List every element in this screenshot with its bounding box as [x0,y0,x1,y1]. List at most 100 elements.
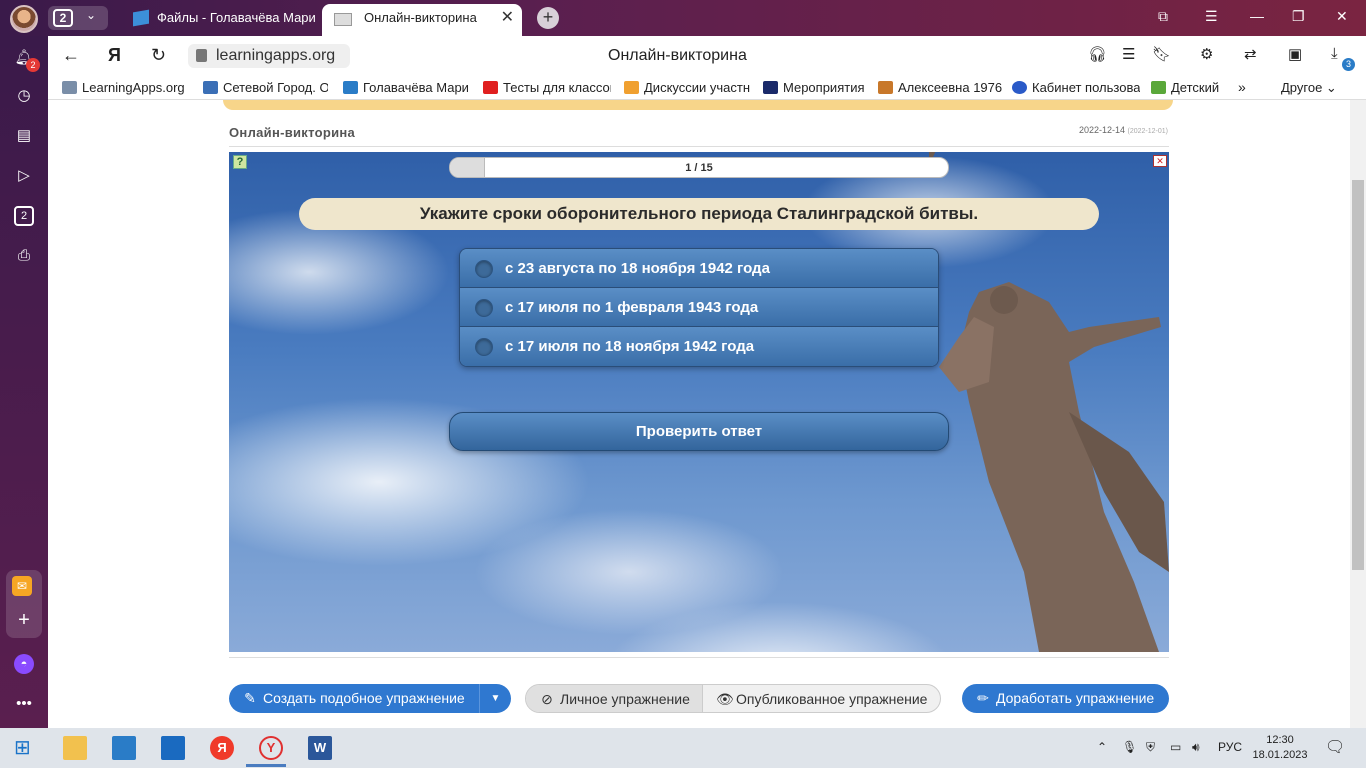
app-date-main: 2022-12-14 [1078,125,1126,135]
page-action-icon[interactable]: ▣ [1288,45,1302,63]
notification-badge: 2 [26,58,40,72]
bookmark-icon [878,81,893,94]
bookmark-icon[interactable]: 🔖︎ [1152,45,1171,63]
bookmark-icon [624,81,639,94]
private-exercise-button[interactable]: ⊘ Личное упражнение [526,685,703,712]
history-icon[interactable]: ◷ [14,86,34,106]
bookmark-item[interactable]: Голавачёва Мари [343,80,468,95]
language-indicator[interactable]: РУС [1218,740,1242,754]
answer-label: с 23 августа по 18 ноября 1942 года [505,260,770,277]
profile-avatar[interactable] [10,5,38,33]
bookmark-item[interactable]: Детский [1151,80,1236,95]
radio-button[interactable] [475,338,493,356]
bookmark-label: Сетевой Город. О [223,80,328,95]
create-similar-button[interactable]: ✎ Создать подобное упражнение ▼ [229,684,511,713]
bookmark-item[interactable]: Алексеевна 1976 [878,80,1003,95]
mail-app-icon[interactable] [161,736,185,760]
clock-time: 12:30 [1266,734,1294,746]
tab-files[interactable]: Файлы - Голавачёва Мари [125,4,315,36]
improve-exercise-button[interactable]: ✏ Доработать упражнение [962,684,1169,713]
close-tab-icon[interactable]: ✕ [501,4,514,32]
tabs-list-icon[interactable]: ⧉ [1158,8,1168,25]
more-icon[interactable]: ••• [14,694,34,714]
tab-counter-button[interactable]: 2 ⌄ [48,6,108,30]
answer-list: с 23 августа по 18 ноября 1942 года с 17… [459,248,939,367]
app-date-sub: (2022-12-01) [1127,128,1168,135]
address-bar: ← Я ↻ learningapps.org Онлайн-викторина … [48,36,1366,76]
check-answer-button[interactable]: Проверить ответ [449,412,949,451]
quiz-stage: ? ✕ 1 / 15 Укажите сроки оборонительного… [229,152,1169,652]
scrollbar-thumb[interactable] [1352,180,1364,570]
radio-button[interactable] [475,260,493,278]
security-icon[interactable]: ⛨ [1146,740,1155,755]
bookmark-item[interactable]: Мероприятия [763,80,868,95]
notifications-icon[interactable]: 🗨︎ [1325,737,1345,757]
camera-icon[interactable]: ⎙ [14,246,34,266]
mail-icon[interactable]: ✉ [12,576,32,596]
divider [229,657,1169,658]
help-icon[interactable]: ? [233,155,247,169]
bookmark-label: Кабинет пользова [1032,80,1140,95]
divider [229,146,1169,147]
bookmark-item[interactable]: Кабинет пользова [1012,80,1140,95]
volume-icon[interactable]: 🔊︎ [1192,740,1200,755]
bookmark-item[interactable]: LearningApps.org [62,80,187,95]
published-exercise-button[interactable]: 👁︎ Опубликованное упражнение [704,685,927,712]
maximize-icon[interactable]: ❐ [1292,8,1305,25]
answer-label: с 17 июля по 18 ноября 1942 года [505,338,755,355]
app-date: 2022-12-14 (2022-12-01) [1079,125,1168,135]
calendar-icon[interactable] [112,736,136,760]
url-field[interactable]: learningapps.org [188,44,350,68]
reload-icon[interactable]: ↻ [151,45,166,66]
bookmarks-overflow-icon[interactable]: » [1238,79,1246,95]
active-app-indicator [246,764,286,767]
minimize-icon[interactable]: — [1250,8,1264,24]
reader-icon[interactable]: ☰ [1122,45,1135,63]
side-counter[interactable]: 2 [14,206,34,226]
tab-label: Файлы - Голавачёва Мари [157,10,315,25]
eye-icon: 👁︎ [716,691,734,707]
alice-icon[interactable]: ◓ [14,654,34,674]
yandex-icon[interactable]: Я [108,45,121,66]
add-icon[interactable]: + [14,610,34,630]
published-label: Опубликованное упражнение [736,691,928,707]
fullscreen-icon[interactable]: ✕ [1153,155,1167,167]
extension-icon[interactable]: ⚙ [1200,45,1213,63]
tray-chevron-icon[interactable]: ⌃ [1097,740,1107,754]
menu-icon[interactable]: ☰ [1205,8,1218,25]
pencil-icon: ✏ [977,690,989,706]
network-icon[interactable]: ▭ [1170,740,1181,754]
windows-start-icon[interactable]: ⊞ [14,736,38,760]
bookmark-label: LearningApps.org [82,80,185,95]
downloads-badge: 3 [1342,58,1355,71]
bookmark-icon [1012,81,1027,94]
back-icon[interactable]: ← [62,45,80,66]
close-window-icon[interactable]: ✕ [1336,8,1348,25]
file-explorer-icon[interactable] [63,736,87,760]
new-tab-button[interactable]: + [537,7,559,29]
bookmark-label: Детский [1171,80,1220,95]
page-scrollbar[interactable] [1350,100,1366,728]
bookmarks-other[interactable]: Другое ⌄ [1281,80,1337,96]
bookmarks-other-label: Другое [1281,80,1323,95]
bookmark-item[interactable]: Дискуссии участн [624,80,752,95]
yandex-browser-icon[interactable]: Y [259,736,283,760]
system-clock[interactable]: 12:30 18.01.2023 [1252,733,1308,763]
answer-option[interactable]: с 23 августа по 18 ноября 1942 года [460,249,938,288]
headphones-icon[interactable]: 🎧︎ [1088,45,1107,63]
caret-down-icon[interactable]: ▼ [479,684,511,713]
word-icon[interactable]: W [308,736,332,760]
translate-icon[interactable]: ⇄ [1244,45,1257,63]
radio-button[interactable] [475,299,493,317]
answer-option[interactable]: с 17 июля по 18 ноября 1942 года [460,327,938,366]
collections-icon[interactable]: ▤ [14,126,34,146]
answer-option[interactable]: с 17 июля по 1 февраля 1943 года [460,288,938,327]
play-icon[interactable]: ▷ [14,166,34,186]
tab-quiz[interactable]: Онлайн-викторина ✕ [322,4,522,36]
bookmark-label: Голавачёва Мари [363,80,468,95]
yandex-app-icon[interactable]: Я [210,736,234,760]
downloads-icon[interactable]: ⤓ [1331,45,1338,62]
bookmark-item[interactable]: Сетевой Город. О [203,80,328,95]
microphone-icon[interactable]: 🎙︎ [1122,740,1137,754]
bookmark-item[interactable]: Тесты для классов [483,80,611,95]
